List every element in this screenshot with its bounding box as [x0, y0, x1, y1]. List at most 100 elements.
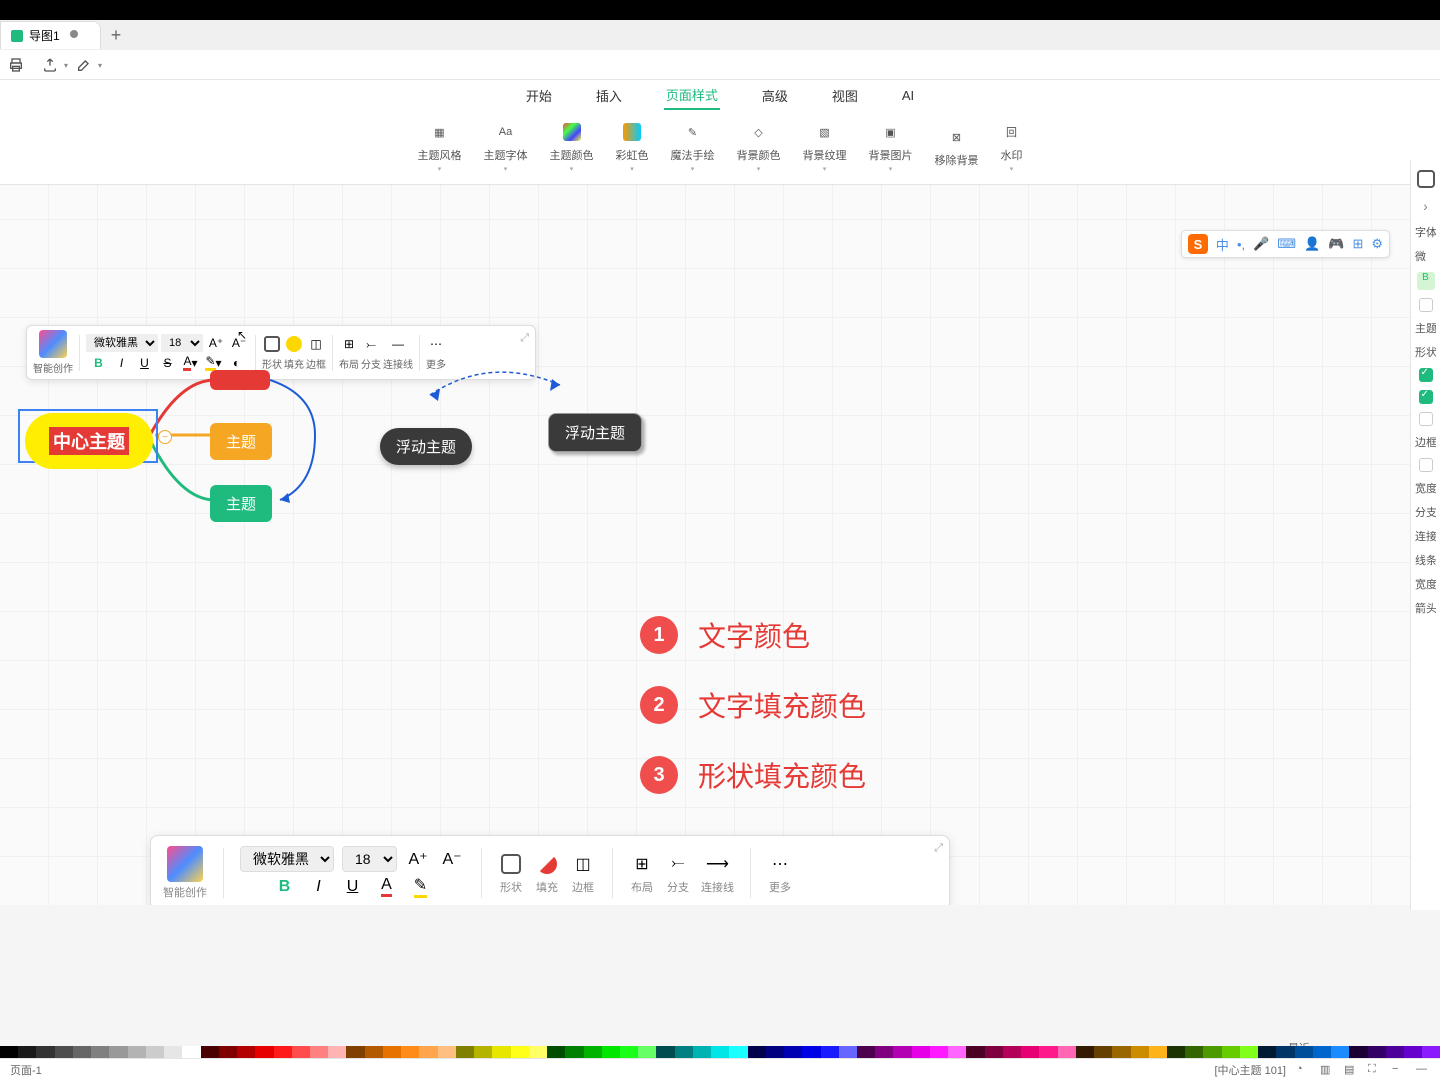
pin-icon-2[interactable]: ⤢ — [934, 842, 943, 855]
topic-node-red[interactable] — [210, 370, 270, 390]
ime-mic-icon[interactable]: 🎤 — [1253, 236, 1269, 252]
color-swatch[interactable] — [0, 1046, 18, 1058]
theme-font-button[interactable]: Aa主题字体 — [484, 121, 528, 173]
layout-2[interactable]: ⊞ — [629, 851, 655, 877]
border-2[interactable]: ◫ — [570, 851, 596, 877]
color-swatch[interactable] — [401, 1046, 419, 1058]
rainbow-button[interactable]: 彩虹色 — [616, 121, 649, 173]
bold-indicator[interactable]: B — [1417, 272, 1435, 290]
color-swatch[interactable] — [365, 1046, 383, 1058]
color-swatch[interactable] — [1203, 1046, 1221, 1058]
color-swatch[interactable] — [1276, 1046, 1294, 1058]
color-swatch[interactable] — [292, 1046, 310, 1058]
shape-2[interactable] — [498, 851, 524, 877]
checkbox-1[interactable] — [1419, 298, 1433, 312]
color-swatch[interactable] — [1313, 1046, 1331, 1058]
theme-style-button[interactable]: ▦主题风格 — [418, 121, 462, 173]
color-swatch[interactable] — [1386, 1046, 1404, 1058]
floating-topic-2[interactable]: 浮动主题 — [548, 413, 642, 452]
ime-keyboard-icon[interactable]: ⌨ — [1277, 236, 1296, 252]
menu-insert[interactable]: 插入 — [594, 82, 624, 109]
font-size-select[interactable]: 18 — [161, 334, 203, 352]
smart-logo-icon-2[interactable] — [167, 846, 203, 882]
color-swatch[interactable] — [419, 1046, 437, 1058]
color-swatch[interactable] — [383, 1046, 401, 1058]
checkbox-2[interactable] — [1419, 368, 1433, 382]
font-family-select[interactable]: 微软雅黑 — [86, 334, 158, 352]
color-swatch[interactable] — [821, 1046, 839, 1058]
sb-icon-1[interactable]: ◔ — [1296, 1063, 1310, 1077]
color-swatch[interactable] — [784, 1046, 802, 1058]
zoom-slider[interactable]: — — [1416, 1063, 1430, 1077]
color-swatch[interactable] — [1295, 1046, 1313, 1058]
edit-icon[interactable] — [76, 57, 92, 73]
fill-2[interactable] — [534, 851, 560, 877]
color-swatch[interactable] — [1112, 1046, 1130, 1058]
sb-icon-3[interactable]: ▤ — [1344, 1063, 1358, 1077]
color-swatch[interactable] — [638, 1046, 656, 1058]
color-swatch[interactable] — [1368, 1046, 1386, 1058]
color-swatch[interactable] — [1331, 1046, 1349, 1058]
color-swatch[interactable] — [1094, 1046, 1112, 1058]
bg-texture-button[interactable]: ▧背景纹理 — [803, 121, 847, 173]
strike-button[interactable]: S — [158, 353, 178, 373]
color-swatch[interactable] — [1185, 1046, 1203, 1058]
ime-game-icon[interactable]: 🎮 — [1328, 236, 1344, 252]
color-swatch[interactable] — [201, 1046, 219, 1058]
center-topic-node[interactable]: 中心主题 — [25, 413, 153, 469]
color-swatch[interactable] — [128, 1046, 146, 1058]
watermark-button[interactable]: 回水印 — [1001, 121, 1023, 173]
sb-icon-2[interactable]: ▥ — [1320, 1063, 1334, 1077]
italic-2[interactable]: I — [306, 874, 332, 900]
color-swatch[interactable] — [91, 1046, 109, 1058]
ime-settings-icon[interactable]: ⚙ — [1371, 236, 1383, 252]
theme-color-button[interactable]: 主题颜色 — [550, 121, 594, 173]
color-swatch[interactable] — [766, 1046, 784, 1058]
color-swatch[interactable] — [875, 1046, 893, 1058]
color-swatch[interactable] — [966, 1046, 984, 1058]
color-swatch[interactable] — [1240, 1046, 1258, 1058]
color-swatch[interactable] — [912, 1046, 930, 1058]
color-swatch[interactable] — [1222, 1046, 1240, 1058]
font-color-button[interactable]: A▾ — [181, 353, 201, 373]
color-swatch[interactable] — [1076, 1046, 1094, 1058]
more-2[interactable]: ⋯ — [767, 851, 793, 877]
layout-button[interactable]: ⊞ — [339, 334, 359, 354]
color-swatch[interactable] — [237, 1046, 255, 1058]
color-swatch[interactable] — [748, 1046, 766, 1058]
color-swatch[interactable] — [219, 1046, 237, 1058]
color-swatch[interactable] — [474, 1046, 492, 1058]
color-swatch[interactable] — [529, 1046, 547, 1058]
topic-node-orange[interactable]: 主题 — [210, 423, 272, 460]
color-swatch[interactable] — [55, 1046, 73, 1058]
floating-topic-1[interactable]: 浮动主题 — [380, 428, 472, 465]
pin-icon[interactable]: ⤢ — [520, 332, 529, 345]
color-swatch[interactable] — [164, 1046, 182, 1058]
font-color-2[interactable]: A — [374, 874, 400, 900]
topic-node-green[interactable]: 主题 — [210, 485, 272, 522]
underline-2[interactable]: U — [340, 874, 366, 900]
shape-button[interactable] — [262, 334, 282, 354]
bold-2[interactable]: B — [272, 874, 298, 900]
document-tab[interactable]: 导图1 — [0, 21, 101, 49]
print-icon[interactable] — [8, 57, 24, 73]
zoom-out-button[interactable]: − — [1392, 1063, 1406, 1077]
menu-advanced[interactable]: 高级 — [760, 82, 790, 109]
magic-draw-button[interactable]: ✎魔法手绘 — [671, 121, 715, 173]
color-swatch[interactable] — [456, 1046, 474, 1058]
color-swatch[interactable] — [1167, 1046, 1185, 1058]
color-swatch[interactable] — [511, 1046, 529, 1058]
color-swatch[interactable] — [1149, 1046, 1167, 1058]
collapse-handle[interactable]: − — [158, 430, 172, 444]
tab-close-icon[interactable] — [70, 30, 78, 38]
checkbox-5[interactable] — [1419, 458, 1433, 472]
branch-2[interactable]: ⤚ — [665, 851, 691, 877]
color-swatch[interactable] — [584, 1046, 602, 1058]
decrease-font-2[interactable]: A⁻ — [439, 846, 465, 872]
color-swatch[interactable] — [985, 1046, 1003, 1058]
page-indicator[interactable]: 页面-1 — [10, 1062, 42, 1078]
color-swatch[interactable] — [1131, 1046, 1149, 1058]
canvas[interactable]: S 中 •, 🎤 ⌨ 👤 🎮 ⊞ ⚙ ⤢ 智能创作 微软雅黑 18 A⁺ A⁻↖… — [0, 185, 1440, 905]
ime-punct-icon[interactable]: •, — [1237, 237, 1245, 252]
color-swatch[interactable] — [1258, 1046, 1276, 1058]
